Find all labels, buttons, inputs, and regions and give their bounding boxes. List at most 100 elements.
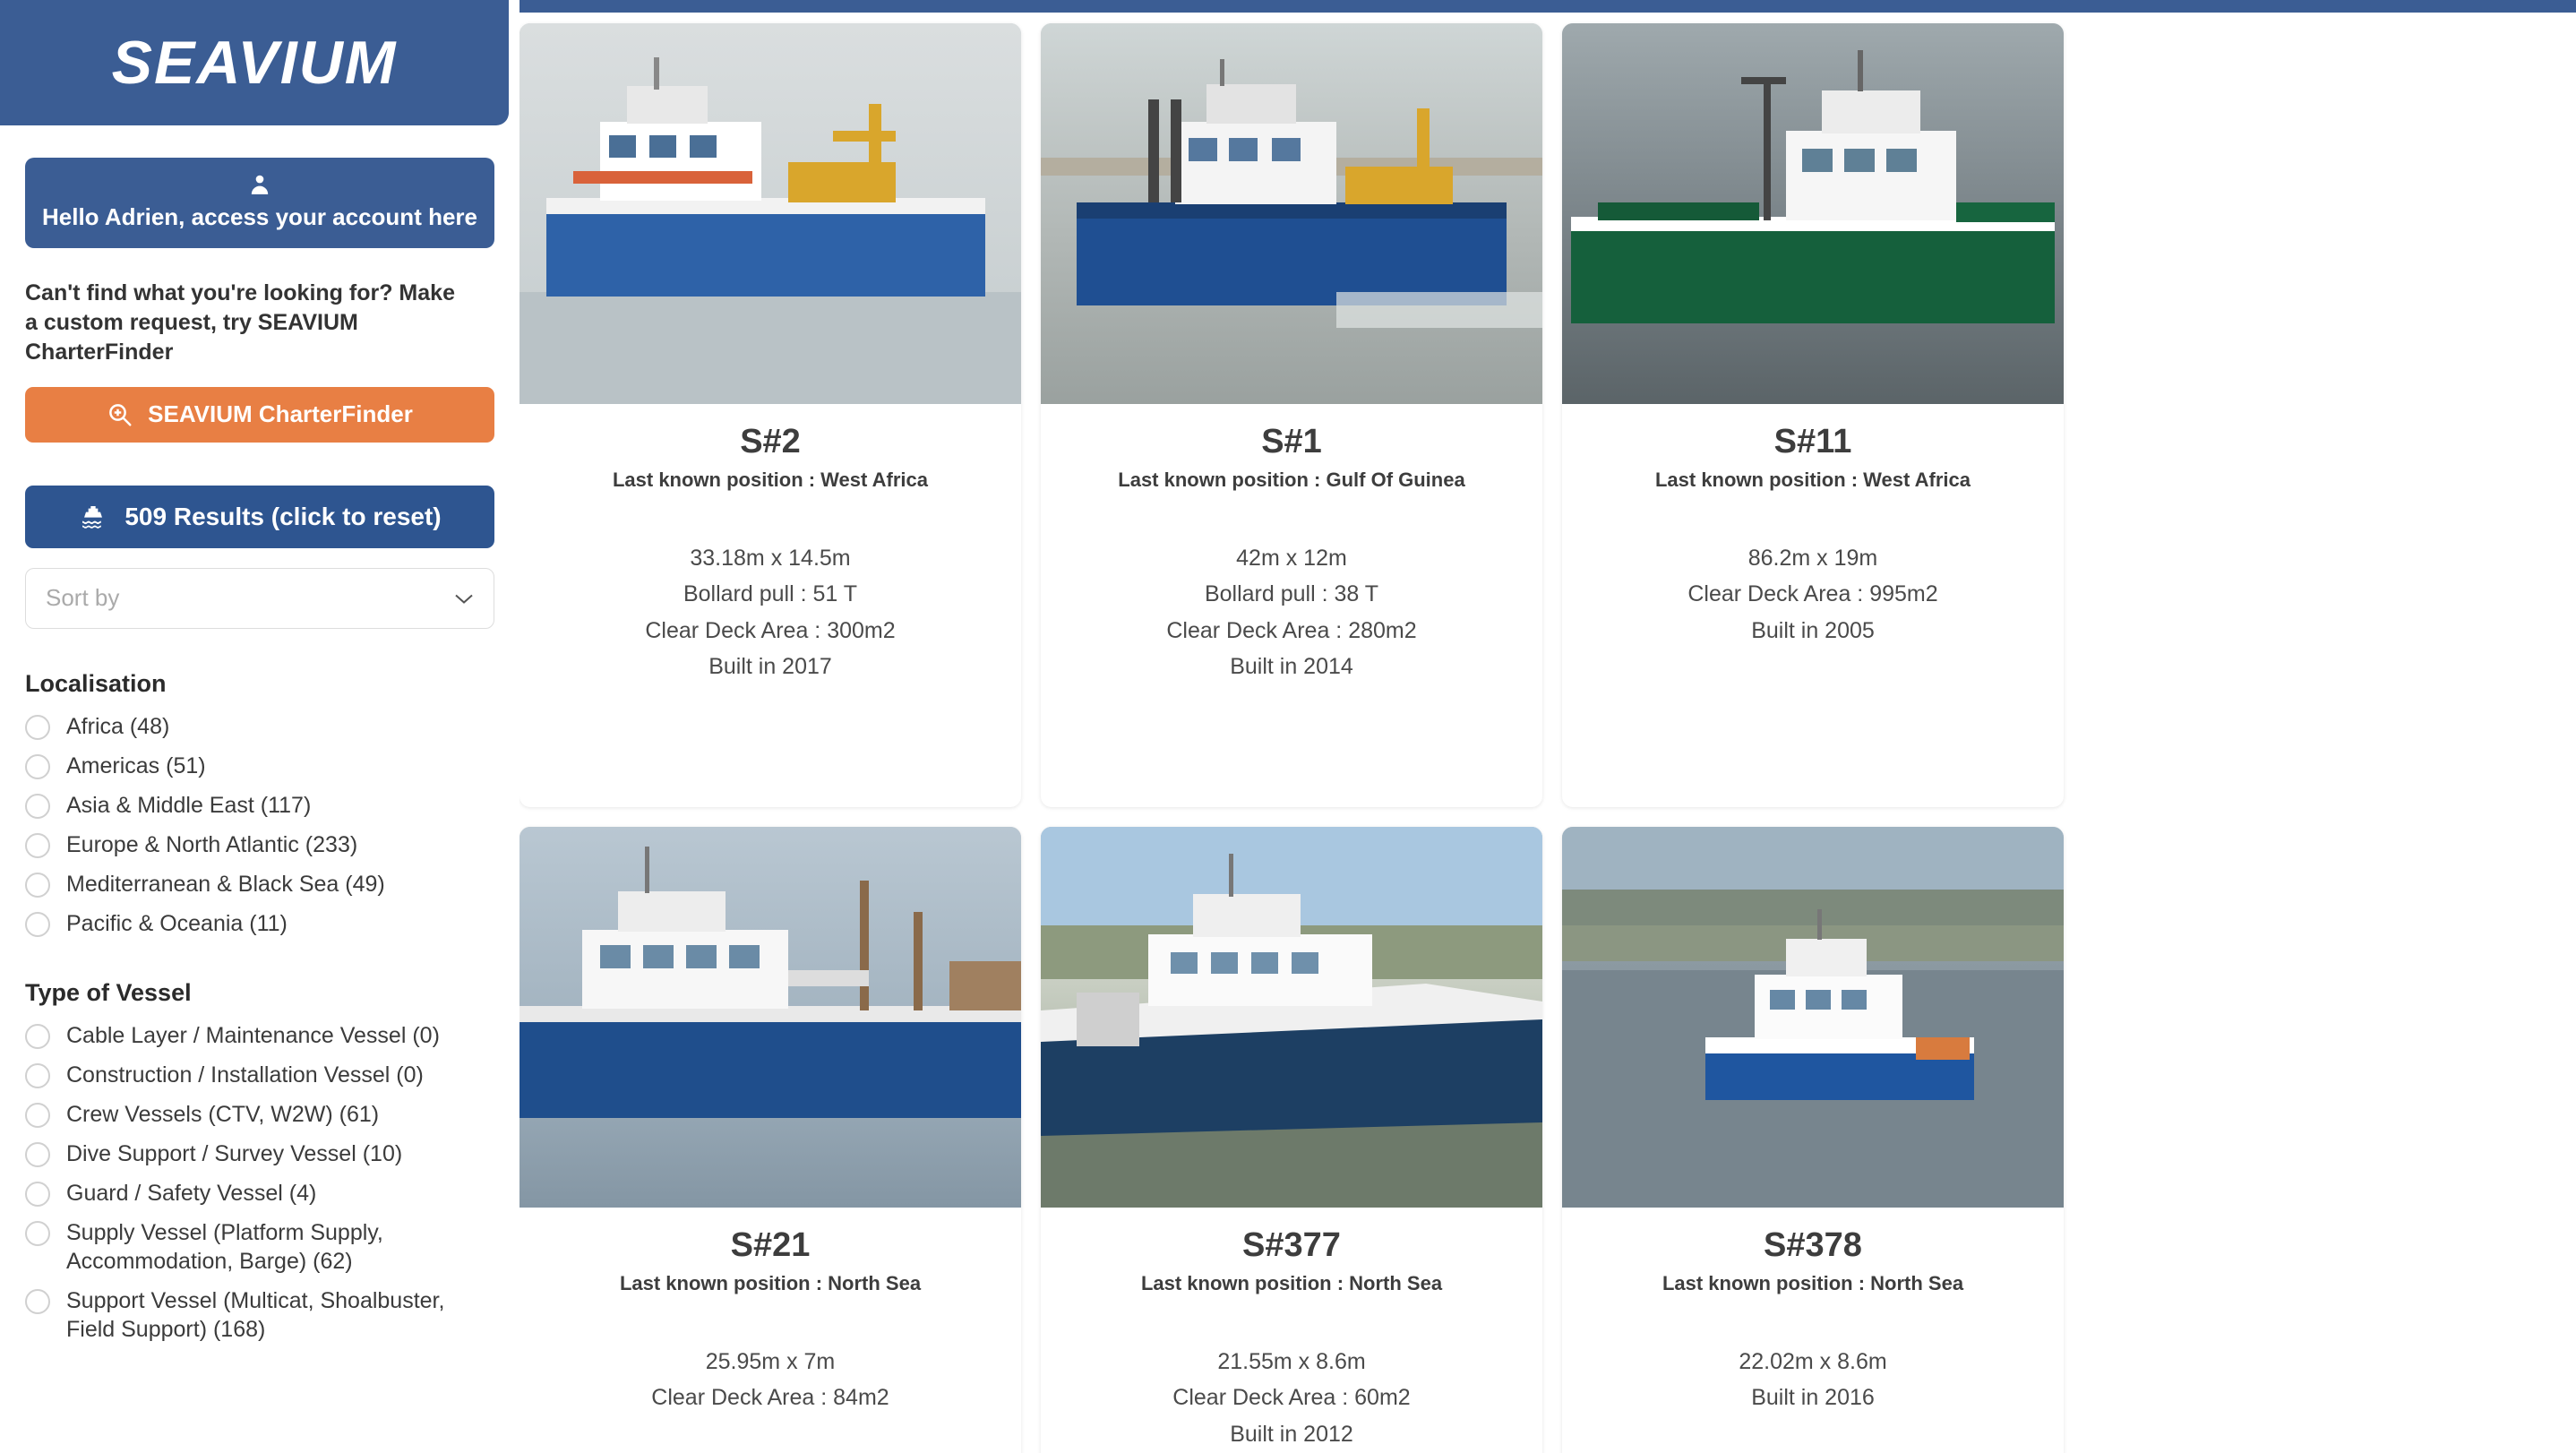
vessel-spec-line: Clear Deck Area : 84m2 [651,1385,889,1411]
localisation-title: Localisation [25,669,167,697]
vessel-type-title: Type of Vessel [25,978,192,1006]
filter-vessel-support-vessel[interactable]: Support Vessel (Multicat, Shoalbuster, F… [25,1286,494,1344]
radio-icon[interactable] [25,1288,50,1314]
vessel-card-body: S#378 Last known position : North Sea 22… [1562,1208,2064,1453]
vessel-photo[interactable] [1041,23,1542,404]
vessel-card-body: S#1 Last known position : Gulf Of Guinea… [1041,404,1542,807]
vessel-specs: 86.2m x 19m Clear Deck Area : 995m2 Buil… [1578,540,2048,649]
vessel-photo-image [1562,23,2064,404]
person-icon [251,175,269,194]
vessel-photo-image [1041,23,1542,404]
filter-label: Support Vessel (Multicat, Shoalbuster, F… [66,1287,445,1342]
sort-by-select[interactable]: Sort by [25,567,494,629]
filter-localisation-europe-north-atlantic[interactable]: Europe & North Atlantic (233) [25,830,494,859]
brand-name: SEAVIUM [111,29,398,97]
filter-label: Asia & Middle East (117) [66,792,312,818]
radio-icon[interactable] [25,1220,50,1246]
sidebar: SEAVIUM Hello Adrien, access your accoun… [0,0,519,1453]
charterfinder-button-label: SEAVIUM CharterFinder [148,400,413,428]
account-button[interactable]: Hello Adrien, access your account here [25,158,494,248]
top-accent-bar [519,0,2576,13]
vessel-spec-line: Built in 2012 [1230,1421,1353,1447]
vessel-card[interactable]: S#378 Last known position : North Sea 22… [1562,827,2064,1453]
filter-localisation-mediterranean-black-sea[interactable]: Mediterranean & Black Sea (49) [25,870,494,898]
vessel-spec-line: 33.18m x 14.5m [690,545,851,571]
custom-request-text: Can't find what you're looking for? Make… [25,279,455,365]
vessel-spec-line: 21.55m x 8.6m [1217,1348,1366,1374]
results-count-label: 509 Results (click to reset) [125,502,442,530]
vessel-title: S#377 [1242,1226,1341,1264]
filter-vessel-supply-vessel[interactable]: Supply Vessel (Platform Supply, Accommod… [25,1218,494,1276]
filter-localisation-africa[interactable]: Africa (48) [25,712,494,741]
vessel-title: S#2 [740,423,801,460]
radio-icon[interactable] [25,753,50,779]
radio-icon[interactable] [25,872,50,898]
filter-vessel-cable-layer[interactable]: Cable Layer / Maintenance Vessel (0) [25,1021,494,1050]
sidebar-content: Hello Adrien, access your account here C… [0,158,519,1344]
vessel-specs: 22.02m x 8.6m Built in 2016 [1578,1344,2048,1416]
vessel-photo[interactable] [519,23,1021,404]
filter-localisation-asia-middle-east[interactable]: Asia & Middle East (117) [25,791,494,820]
radio-icon[interactable] [25,1062,50,1088]
vessel-spec-line: 25.95m x 7m [705,1348,836,1374]
vessel-spec-line: Built in 2016 [1751,1385,1875,1411]
vessel-photo-image [1041,827,1542,1208]
vessel-position: Last known position : West Africa [1654,468,1971,491]
vessel-spec-line: Built in 2014 [1230,654,1353,680]
sort-by-placeholder: Sort by [46,584,120,612]
radio-icon[interactable] [25,1023,50,1049]
filter-label: Dive Support / Survey Vessel (10) [66,1140,403,1166]
vessel-photo-image [1562,827,2064,1208]
account-button-label: Hello Adrien, access your account here [42,203,477,230]
filter-vessel-dive-support-survey[interactable]: Dive Support / Survey Vessel (10) [25,1139,494,1168]
vessel-position: Last known position : Gulf Of Guinea [1118,468,1465,491]
filter-localisation-pacific-oceania[interactable]: Pacific & Oceania (11) [25,909,494,938]
vessel-spec-line: Clear Deck Area : 995m2 [1687,581,1938,607]
radio-icon[interactable] [25,1181,50,1207]
vessel-specs: 21.55m x 8.6m Clear Deck Area : 60m2 Bui… [1057,1344,1526,1453]
filter-vessel-construction-installation[interactable]: Construction / Installation Vessel (0) [25,1061,494,1089]
vessel-card-body: S#2 Last known position : West Africa 33… [519,404,1021,807]
vessel-spec-line: Clear Deck Area : 300m2 [645,617,896,643]
localisation-filter-group: Localisation Africa (48) Americas (51) A… [25,670,494,938]
vessel-card[interactable]: S#21 Last known position : North Sea 25.… [519,827,1021,1453]
radio-icon[interactable] [25,793,50,819]
vessel-title: S#21 [730,1226,811,1264]
vessel-card[interactable]: S#2 Last known position : West Africa 33… [519,23,1021,807]
vessel-specs: 25.95m x 7m Clear Deck Area : 84m2 [536,1344,1005,1416]
vessel-title: S#11 [1773,423,1852,460]
vessel-card[interactable]: S#377 Last known position : North Sea 21… [1041,827,1542,1453]
vessel-spec-line: Built in 2005 [1751,617,1875,643]
vessel-title: S#1 [1261,423,1322,460]
vessel-spec-line: Clear Deck Area : 280m2 [1166,617,1417,643]
vessel-photo[interactable] [519,827,1021,1208]
results-main: S#2 Last known position : West Africa 33… [519,0,2576,1453]
filter-label: Crew Vessels (CTV, W2W) (61) [66,1101,380,1127]
filter-label: Cable Layer / Maintenance Vessel (0) [66,1022,440,1048]
vessel-photo[interactable] [1041,827,1542,1208]
radio-icon[interactable] [25,1141,50,1167]
filter-label: Guard / Safety Vessel (4) [66,1180,317,1206]
filter-label: Construction / Installation Vessel (0) [66,1062,424,1088]
radio-icon[interactable] [25,714,50,740]
charterfinder-button[interactable]: SEAVIUM CharterFinder [25,386,494,443]
filter-label: Supply Vessel (Platform Supply, Accommod… [66,1219,383,1274]
vessel-card-body: S#377 Last known position : North Sea 21… [1041,1208,1542,1453]
vessel-spec-line: Built in 2017 [708,654,832,680]
radio-icon[interactable] [25,1102,50,1128]
radio-icon[interactable] [25,832,50,858]
vessel-photo[interactable] [1562,827,2064,1208]
vessel-photo[interactable] [1562,23,2064,404]
filter-localisation-americas[interactable]: Americas (51) [25,752,494,780]
filter-vessel-crew-vessels[interactable]: Crew Vessels (CTV, W2W) (61) [25,1100,494,1129]
radio-icon[interactable] [25,911,50,937]
filter-label: Americas (51) [66,752,206,778]
vessel-spec-line: 22.02m x 8.6m [1739,1348,1887,1374]
results-reset-button[interactable]: 509 Results (click to reset) [25,485,494,548]
vessel-type-filter-group: Type of Vessel Cable Layer / Maintenance… [25,979,494,1344]
filter-vessel-guard-safety[interactable]: Guard / Safety Vessel (4) [25,1179,494,1208]
brand-logo[interactable]: SEAVIUM [0,0,509,125]
results-grid: S#2 Last known position : West Africa 33… [519,23,2576,1453]
vessel-card[interactable]: S#1 Last known position : Gulf Of Guinea… [1041,23,1542,807]
vessel-card[interactable]: S#11 Last known position : West Africa 8… [1562,23,2064,807]
